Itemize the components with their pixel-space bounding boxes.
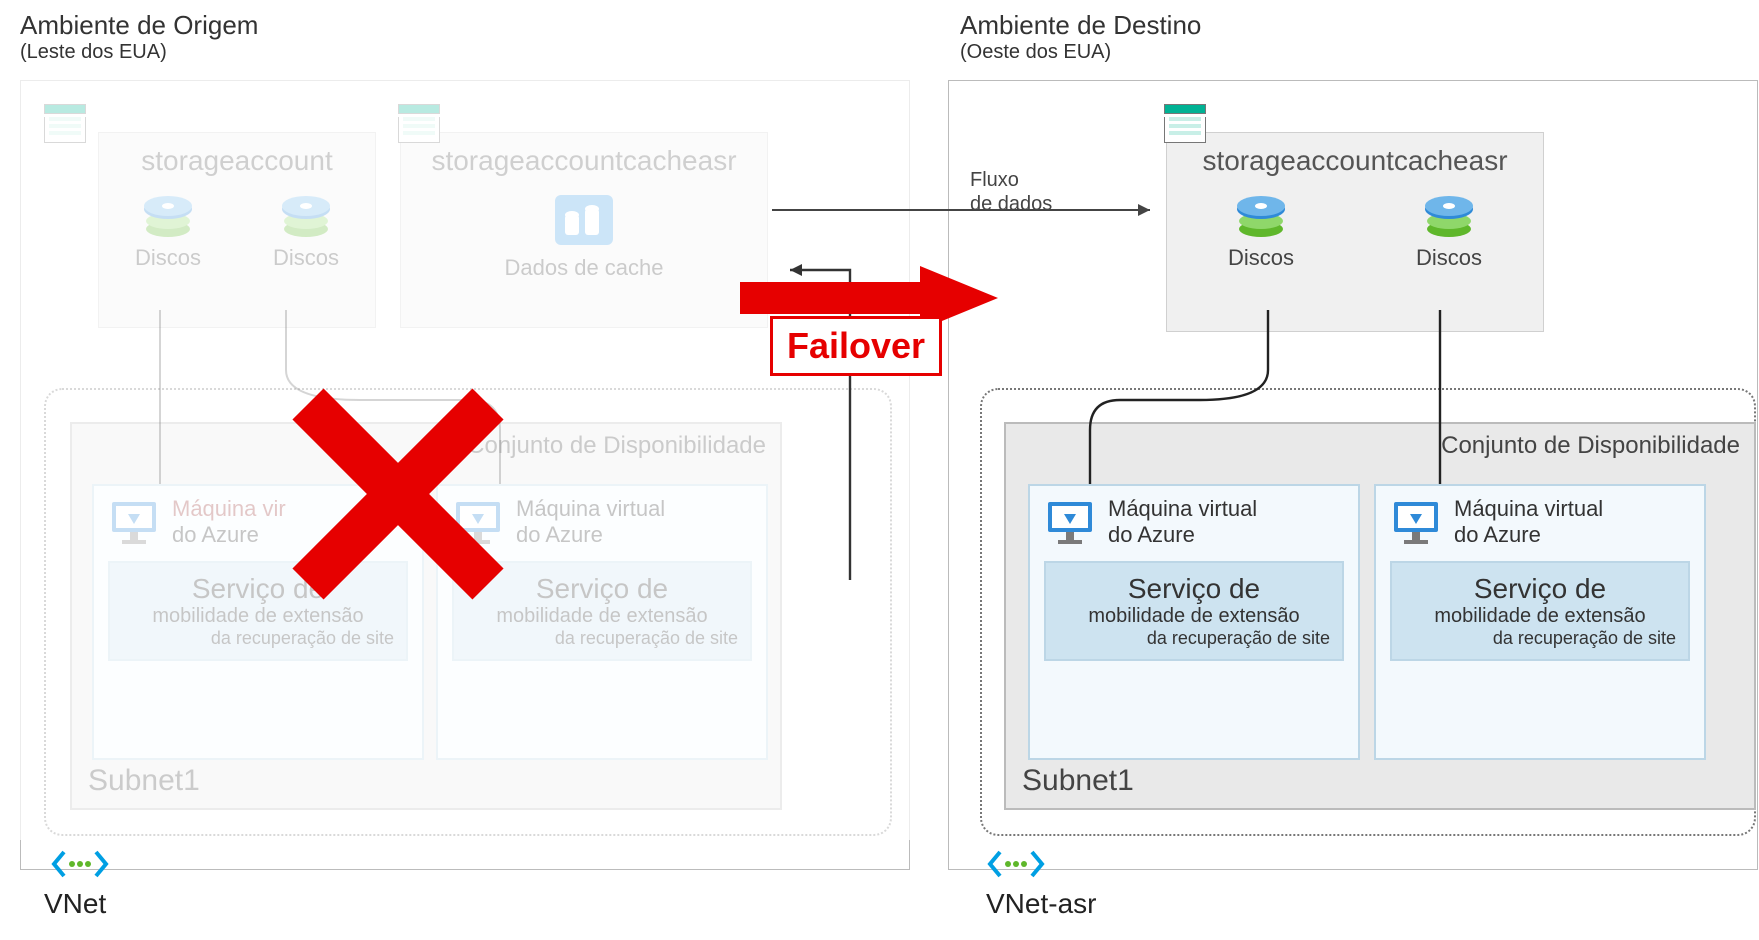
failover-label: Failover xyxy=(770,316,942,376)
connector-lines xyxy=(0,0,1759,940)
failure-x-icon xyxy=(288,384,508,604)
